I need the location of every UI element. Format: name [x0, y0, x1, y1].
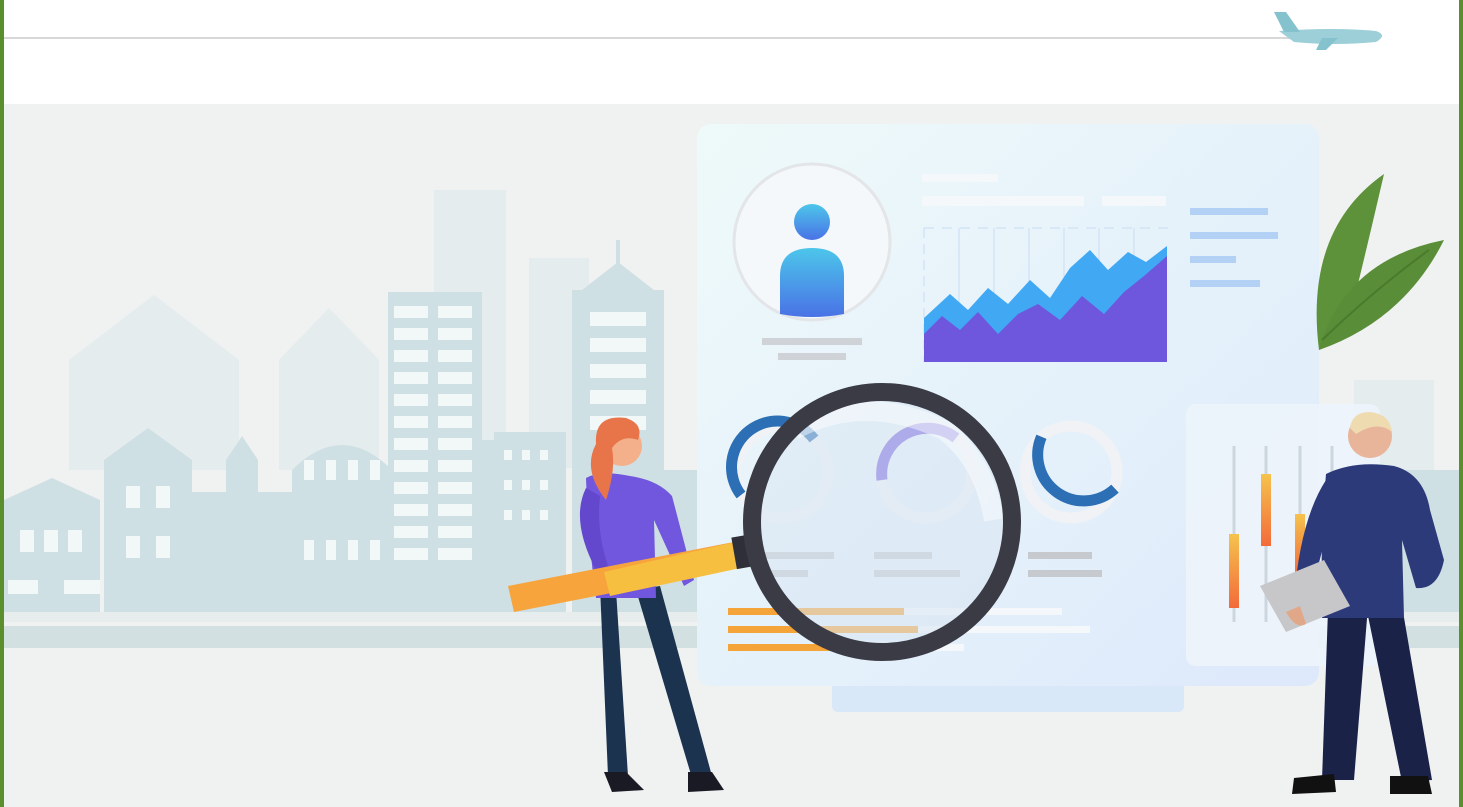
- illustration-frame: [0, 0, 1463, 807]
- top-banner: [4, 12, 1382, 50]
- avatar-name-line: [762, 338, 862, 345]
- avatar-head: [794, 204, 830, 240]
- airplane-icon: [1274, 12, 1382, 50]
- avatar-body: [780, 248, 844, 317]
- analytics-illustration: [4, 12, 1459, 807]
- chart-subtitle-bar: [922, 196, 1084, 206]
- avatar-role-line: [778, 353, 846, 360]
- chart-filter-bar: [1102, 196, 1166, 206]
- chart-title-bar: [922, 174, 998, 182]
